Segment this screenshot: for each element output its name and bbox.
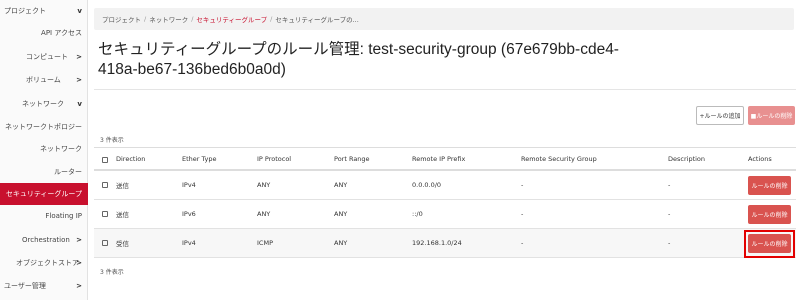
column-header-remote-ip-prefix[interactable]: Remote IP Prefix — [412, 148, 465, 169]
sidebar-item-label: ネットワーク — [40, 145, 82, 153]
sidebar-item-user-management[interactable]: ユーザー管理 > — [0, 275, 88, 297]
cell-remote-ip-prefix: ::/0 — [412, 210, 423, 218]
sidebar-item-api-access[interactable]: API アクセス — [0, 22, 88, 44]
cell-ether-type: IPv6 — [182, 210, 196, 218]
cell-description: - — [668, 239, 671, 247]
sidebar-item-label: Floating IP — [45, 212, 82, 220]
sidebar-item-network[interactable]: ネットワーク v — [0, 93, 88, 115]
sidebar-item-label: ネットワーク — [22, 100, 64, 108]
sidebar-item-project[interactable]: プロジェクト v — [0, 0, 88, 22]
cell-remote-security-group: - — [521, 210, 524, 218]
chevron-right-icon: > — [76, 236, 82, 244]
chevron-right-icon: > — [76, 259, 82, 267]
add-rule-button[interactable]: +ルールの追加 — [696, 106, 744, 125]
item-count-top: 3 件表示 — [100, 137, 124, 144]
sidebar-item-label: ネットワークトポロジー — [5, 123, 82, 131]
column-header-ether-type[interactable]: Ether Type — [182, 148, 216, 169]
row-checkbox[interactable] — [102, 211, 108, 217]
cell-remote-security-group: - — [521, 239, 524, 247]
cell-ip-protocol: ANY — [257, 210, 271, 218]
cell-direction: 送信 — [116, 211, 129, 219]
sidebar-item-label: コンピュート — [26, 53, 68, 61]
table-row: 送信 IPv4 ANY ANY 0.0.0.0/0 - - ルールの削除 — [94, 171, 796, 200]
sidebar-item-networks[interactable]: ネットワーク — [0, 138, 88, 160]
chevron-down-icon: v — [77, 100, 82, 108]
table-row: 受信 IPv4 ICMP ANY 192.168.1.0/24 - - ルールの… — [94, 229, 796, 258]
sidebar-item-volumes[interactable]: ボリューム > — [0, 69, 88, 91]
column-header-description[interactable]: Description — [668, 148, 705, 169]
breadcrumb-item-current: セキュリティーグループの... — [275, 16, 359, 24]
main-content: プロジェクト / ネットワーク / セキュリティーグループ / セキュリティーグ… — [88, 0, 800, 300]
row-checkbox[interactable] — [102, 240, 108, 246]
chevron-right-icon: > — [76, 282, 82, 290]
column-header-port-range[interactable]: Port Range — [334, 148, 370, 169]
delete-rule-button[interactable]: ルールの削除 — [748, 176, 791, 195]
sidebar-item-label: Orchestration — [22, 236, 70, 244]
cell-direction: 受信 — [116, 240, 129, 248]
chevron-right-icon: > — [76, 53, 82, 61]
breadcrumb-item-network[interactable]: ネットワーク — [149, 14, 188, 24]
cell-remote-security-group: - — [521, 181, 524, 189]
sidebar: プロジェクト v API アクセス コンピュート > ボリューム > ネットワー… — [0, 0, 88, 300]
cell-port-range: ANY — [334, 210, 348, 218]
chevron-right-icon: > — [76, 76, 82, 84]
cell-description: - — [668, 210, 671, 218]
sidebar-item-label: セキュリティーグループ — [5, 190, 82, 198]
delete-rules-button[interactable]: ■ルールの削除 — [748, 106, 795, 125]
cell-ether-type: IPv4 — [182, 239, 196, 247]
sidebar-item-security-groups[interactable]: セキュリティーグループ — [0, 183, 88, 205]
sidebar-item-label: オブジェクトストア — [16, 259, 79, 267]
cell-description: - — [668, 181, 671, 189]
sidebar-item-label: ルーター — [54, 168, 82, 176]
table-row: 送信 IPv6 ANY ANY ::/0 - - ルールの削除 — [94, 200, 796, 229]
rules-table: Direction Ether Type IP Protocol Port Ra… — [94, 147, 796, 258]
cell-remote-ip-prefix: 192.168.1.0/24 — [412, 239, 462, 247]
cell-port-range: ANY — [334, 239, 348, 247]
sidebar-item-label: ユーザー管理 — [4, 282, 46, 290]
delete-rule-button[interactable]: ルールの削除 — [748, 234, 791, 253]
sidebar-item-compute[interactable]: コンピュート > — [0, 46, 88, 68]
select-all-checkbox[interactable] — [102, 157, 108, 163]
breadcrumb-separator: / — [270, 15, 273, 23]
column-header-direction[interactable]: Direction — [116, 148, 145, 169]
table-header: Direction Ether Type IP Protocol Port Ra… — [94, 147, 796, 171]
cell-direction: 送信 — [116, 182, 129, 190]
delete-rule-button[interactable]: ルールの削除 — [748, 205, 791, 224]
breadcrumb-separator: / — [144, 15, 147, 23]
breadcrumb-item-project[interactable]: プロジェクト — [102, 14, 141, 24]
sidebar-item-label: API アクセス — [41, 29, 82, 37]
breadcrumb-item-security-groups[interactable]: セキュリティーグループ — [196, 14, 267, 24]
divider — [94, 89, 796, 90]
cell-port-range: ANY — [334, 181, 348, 189]
sidebar-item-orchestration[interactable]: Orchestration > — [0, 229, 88, 251]
cell-ether-type: IPv4 — [182, 181, 196, 189]
sidebar-item-object-store[interactable]: オブジェクトストア > — [0, 252, 88, 274]
cell-ip-protocol: ANY — [257, 181, 271, 189]
sidebar-item-routers[interactable]: ルーター — [0, 161, 88, 183]
column-header-ip-protocol[interactable]: IP Protocol — [257, 148, 291, 169]
item-count-bottom: 3 件表示 — [100, 269, 124, 276]
sidebar-item-label: ボリューム — [26, 76, 61, 84]
sidebar-item-network-topology[interactable]: ネットワークトポロジー — [0, 116, 88, 138]
breadcrumb-separator: / — [191, 15, 194, 23]
column-header-actions: Actions — [748, 154, 772, 163]
column-header-remote-security-group[interactable]: Remote Security Group — [521, 148, 597, 169]
breadcrumb: プロジェクト / ネットワーク / セキュリティーグループ / セキュリティーグ… — [94, 8, 794, 30]
row-checkbox[interactable] — [102, 182, 108, 188]
sidebar-item-floating-ip[interactable]: Floating IP — [0, 205, 88, 227]
page-title: セキュリティーグループのルール管理: test-security-group (… — [98, 41, 619, 78]
cell-ip-protocol: ICMP — [257, 239, 273, 247]
sidebar-item-label: プロジェクト — [4, 7, 46, 15]
cell-remote-ip-prefix: 0.0.0.0/0 — [412, 181, 442, 189]
chevron-down-icon: v — [77, 7, 82, 15]
